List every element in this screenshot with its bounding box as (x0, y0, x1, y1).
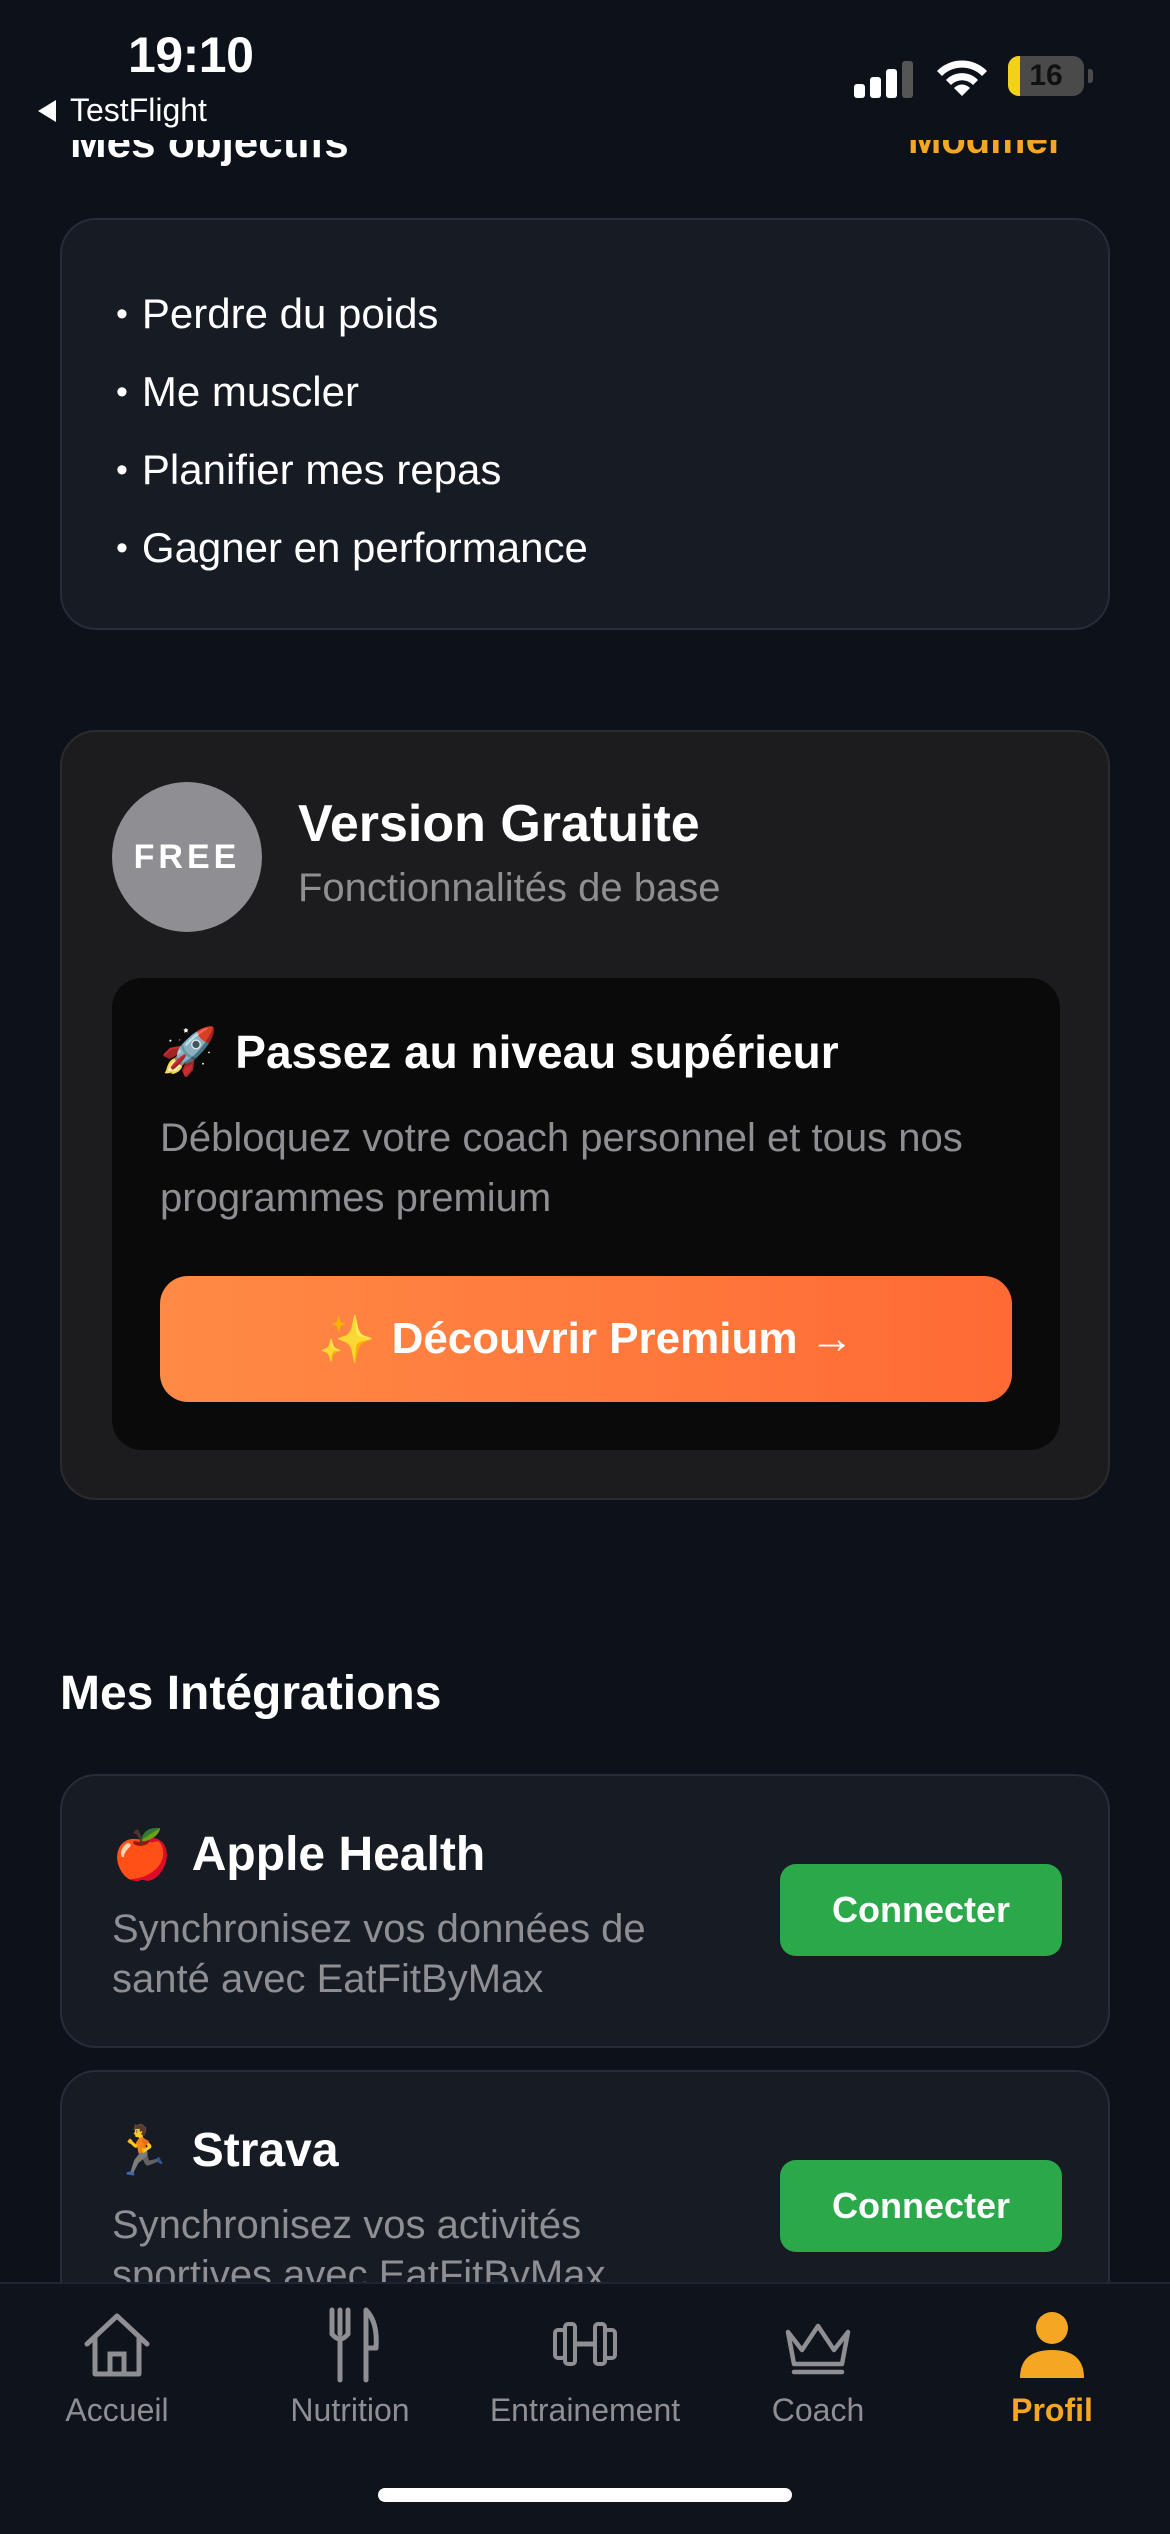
connect-apple-health-button[interactable]: Connecter (780, 1864, 1062, 1956)
integration-name: 🍎 Apple Health (112, 1826, 485, 1883)
upsell-title: 🚀 Passez au niveau supérieur (160, 1024, 839, 1079)
tab-nutrition[interactable]: Nutrition (235, 2304, 465, 2429)
tab-label: Coach (771, 2392, 865, 2428)
fork-knife-icon (329, 2307, 379, 2383)
back-to-testflight[interactable]: TestFlight (38, 92, 207, 129)
free-badge: FREE (112, 782, 262, 932)
tab-entrainement[interactable]: Entrainement (470, 2304, 700, 2429)
runner-icon: 🏃 (112, 2125, 172, 2178)
status-bar: 19:10 TestFlight 16 (0, 0, 1170, 140)
integration-name-text: Apple Health (191, 1828, 486, 1881)
battery-icon: 16 (1008, 56, 1093, 96)
goal-item: Perdre du poids (116, 290, 439, 338)
goals-card: Perdre du poids Me muscler Planifier mes… (60, 218, 1110, 630)
tab-accueil[interactable]: Accueil (2, 2304, 232, 2429)
cellular-signal-icon (854, 58, 914, 98)
goal-item: Planifier mes repas (116, 446, 501, 494)
integration-name: 🏃 Strava (112, 2122, 339, 2179)
goal-item: Me muscler (116, 368, 359, 416)
back-app-label: TestFlight (70, 92, 207, 128)
discover-premium-button[interactable]: ✨ Découvrir Premium → (160, 1276, 1012, 1402)
subscription-card: FREE Version Gratuite Fonctionnalités de… (60, 730, 1110, 1500)
dumbbell-icon (553, 2322, 617, 2366)
tab-coach[interactable]: Coach (703, 2304, 933, 2429)
discover-premium-label: Découvrir Premium → (391, 1314, 854, 1363)
crown-icon (785, 2323, 851, 2375)
plan-subtitle: Fonctionnalités de base (298, 866, 721, 910)
back-arrow-icon (38, 99, 56, 122)
tab-label: Nutrition (290, 2392, 410, 2428)
upsell-description: Débloquez votre coach personnel et tous … (160, 1116, 963, 1220)
integration-card-apple-health: 🍎 Apple Health Synchronisez vos données … (60, 1774, 1110, 2048)
goal-item: Gagner en performance (116, 524, 588, 572)
integration-name-text: Strava (191, 2124, 339, 2177)
rocket-icon: 🚀 (160, 1025, 218, 1077)
upsell-title-text: Passez au niveau supérieur (235, 1025, 839, 1078)
tab-label: Profil (1011, 2392, 1093, 2428)
home-indicator (378, 2488, 792, 2502)
tab-profil[interactable]: Profil (937, 2304, 1167, 2429)
home-icon (84, 2313, 150, 2377)
apple-icon: 🍎 (112, 1829, 172, 1882)
battery-level: 16 (1029, 59, 1063, 92)
status-time: 19:10 (128, 27, 254, 83)
upsell-panel: 🚀 Passez au niveau supérieur Débloquez v… (112, 978, 1060, 1450)
tab-label: Entrainement (489, 2392, 681, 2428)
wifi-icon (937, 60, 987, 96)
sparkles-icon: ✨ (318, 1312, 376, 1365)
tab-label: Accueil (65, 2392, 169, 2428)
connect-strava-button[interactable]: Connecter (780, 2160, 1062, 2252)
integration-description: Synchronisez vos données de santé avec E… (112, 1907, 646, 2001)
plan-title: Version Gratuite (298, 795, 700, 853)
integrations-title: Mes Intégrations (60, 1667, 442, 1720)
person-icon (1020, 2312, 1084, 2378)
